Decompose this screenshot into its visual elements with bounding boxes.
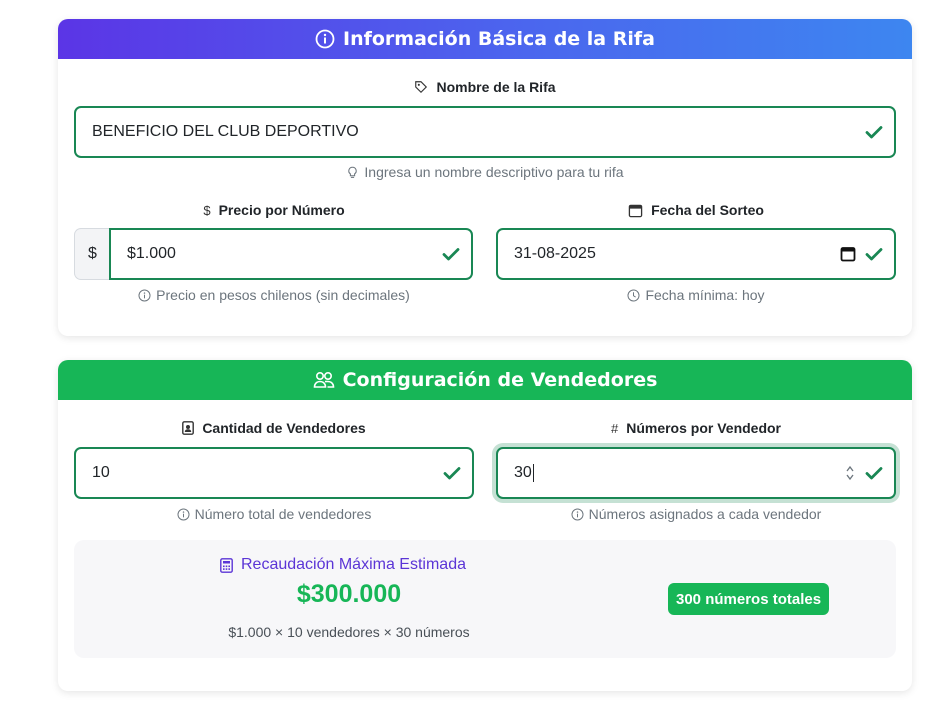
seller-count-value: 10 bbox=[92, 464, 110, 481]
numbers-per-seller-hint: Números asignados a cada vendedor bbox=[496, 506, 896, 522]
revenue-summary-panel: Recaudación Máxima Estimada $300.000 $1.… bbox=[74, 540, 896, 658]
price-value: $1.000 bbox=[127, 245, 176, 262]
price-label: $ Precio por Número bbox=[203, 202, 345, 218]
price-hint: Precio en pesos chilenos (sin decimales) bbox=[74, 287, 474, 303]
numbers-per-seller-label: # Números por Vendedor bbox=[610, 420, 782, 436]
check-icon bbox=[865, 126, 883, 139]
raffle-name-label: Nombre de la Rifa bbox=[58, 79, 912, 95]
basic-info-title: Información Básica de la Rifa bbox=[343, 28, 655, 50]
hash-icon: # bbox=[610, 420, 619, 436]
revenue-summary-title: Recaudación Máxima Estimada bbox=[220, 556, 466, 574]
numbers-per-seller-value: 30 bbox=[514, 464, 532, 481]
revenue-amount: $300.000 bbox=[296, 580, 402, 608]
draw-date-label: Fecha del Sorteo bbox=[496, 202, 896, 218]
people-icon bbox=[313, 371, 334, 388]
calendar-icon bbox=[628, 204, 643, 217]
revenue-formula: $1.000 × 10 vendedores × 30 números bbox=[228, 624, 470, 640]
info-circle-icon bbox=[138, 288, 151, 302]
check-icon bbox=[865, 467, 883, 480]
calculator-icon bbox=[220, 557, 233, 573]
calendar-picker-icon[interactable] bbox=[840, 246, 856, 262]
seller-count-input[interactable]: 10 bbox=[74, 447, 474, 499]
currency-addon: $ bbox=[74, 228, 110, 280]
sellers-config-card: Configuración de Vendedores Cantidad de … bbox=[58, 360, 912, 691]
info-circle-icon bbox=[571, 507, 584, 521]
price-input[interactable]: $1.000 bbox=[109, 228, 473, 280]
info-circle-icon bbox=[315, 29, 335, 49]
text-cursor bbox=[532, 464, 534, 482]
check-icon bbox=[443, 467, 461, 480]
basic-info-card: Información Básica de la Rifa Nombre de … bbox=[58, 19, 912, 336]
total-numbers-badge: 300 números totales bbox=[668, 583, 830, 615]
draw-date-hint: Fecha mínima: hoy bbox=[496, 287, 896, 303]
clock-icon bbox=[627, 288, 640, 302]
tag-icon bbox=[415, 81, 428, 94]
draw-date-value: 31-08-2025 bbox=[514, 245, 596, 262]
sellers-config-title: Configuración de Vendedores bbox=[342, 369, 658, 391]
raffle-name-input[interactable]: BENEFICIO DEL CLUB DEPORTIVO bbox=[74, 106, 896, 158]
info-circle-icon bbox=[177, 507, 190, 521]
draw-date-input[interactable]: 31-08-2025 bbox=[496, 228, 896, 280]
check-icon bbox=[442, 248, 460, 261]
raffle-name-hint: Ingresa un nombre descriptivo para tu ri… bbox=[58, 164, 912, 180]
lightbulb-icon bbox=[348, 166, 358, 178]
raffle-name-value: BENEFICIO DEL CLUB DEPORTIVO bbox=[92, 123, 359, 140]
basic-info-header: Información Básica de la Rifa bbox=[58, 19, 912, 59]
dollar-icon: $ bbox=[203, 202, 211, 218]
check-icon bbox=[865, 248, 883, 261]
sellers-config-header: Configuración de Vendedores bbox=[58, 360, 912, 400]
person-badge-icon bbox=[182, 421, 195, 435]
seller-count-hint: Número total de vendedores bbox=[74, 506, 474, 522]
spinner-arrows-icon[interactable] bbox=[844, 463, 856, 483]
seller-count-label: Cantidad de Vendedores bbox=[74, 420, 474, 436]
numbers-per-seller-input[interactable]: 30 bbox=[496, 447, 896, 499]
